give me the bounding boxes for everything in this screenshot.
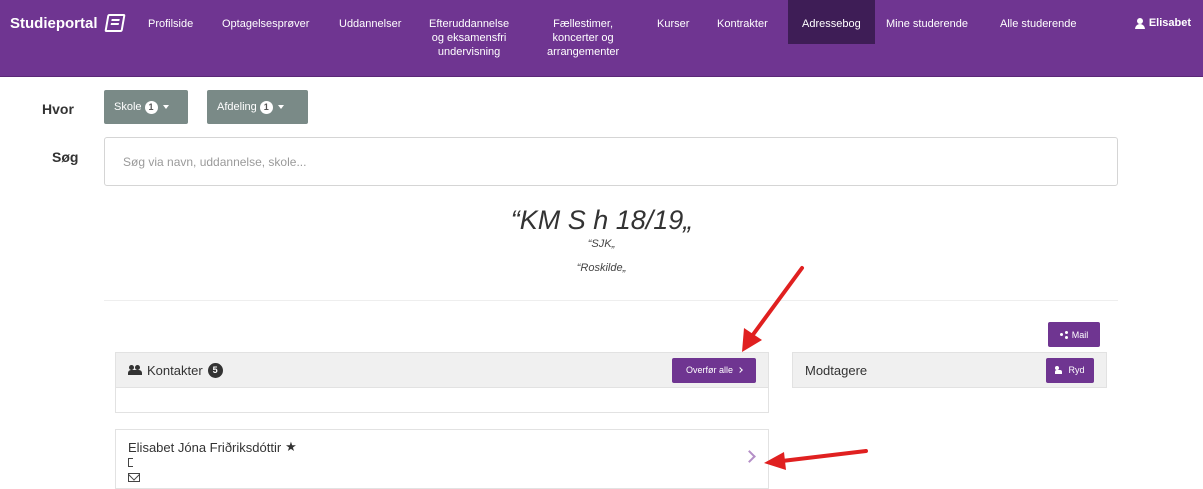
class-title: “KM S h 18/19„	[510, 205, 693, 235]
caret-down-icon	[162, 105, 169, 109]
class-location: “Roskilde„	[576, 262, 627, 274]
nav-item-faellestimer[interactable]: Fællestimer, koncerter og arrangementer	[547, 17, 619, 59]
nav-item-alle-studerende[interactable]: Alle studerende	[1000, 17, 1076, 31]
contacts-panel-body	[115, 388, 769, 413]
brand-name: Studieportal	[10, 14, 98, 32]
mail-button[interactable]: Mail	[1048, 322, 1100, 347]
contacts-title-text: Kontakter	[147, 362, 203, 378]
nav-item-mine-studerende[interactable]: Mine studerende	[886, 17, 968, 31]
nav-item-kurser[interactable]: Kurser	[657, 17, 689, 31]
phone-icon	[128, 458, 133, 467]
recipients-panel-header: Modtagere Ryd	[792, 352, 1107, 388]
class-school: “SJK„	[587, 238, 616, 250]
caret-down-icon	[277, 105, 284, 109]
contacts-panel-title: Kontakter 5	[128, 362, 223, 378]
school-filter-label: Skole	[114, 101, 142, 113]
where-label: Hvor	[42, 101, 74, 117]
contact-card: Elisabet Jóna Friðriksdóttir ★	[115, 429, 769, 489]
users-icon	[128, 365, 142, 375]
user-remove-icon	[1055, 366, 1065, 374]
arrow-to-transfer-all	[742, 266, 804, 352]
department-filter-label: Afdeling	[217, 101, 257, 113]
contacts-panel-header: Kontakter 5 Overfør alle	[115, 352, 769, 388]
transfer-all-button[interactable]: Overfør alle	[672, 357, 756, 383]
mail-button-label: Mail	[1071, 329, 1089, 340]
top-navbar: Studieportal Profilside Optagelsesprøver…	[0, 0, 1203, 77]
chevron-right-icon	[737, 367, 743, 373]
clear-button-label: Ryd	[1068, 365, 1085, 375]
nav-item-kontrakter[interactable]: Kontrakter	[717, 17, 768, 31]
contacts-count-badge: 5	[207, 362, 223, 378]
department-count-badge: 1	[259, 100, 273, 114]
recipients-panel-title: Modtagere	[805, 362, 868, 378]
user-icon	[1134, 17, 1145, 29]
contact-name: Elisabet Jóna Friðriksdóttir ★	[128, 439, 297, 455]
nav-item-uddannelser[interactable]: Uddannelser	[339, 17, 401, 31]
brand-link[interactable]: Studieportal	[10, 14, 126, 32]
nav-item-efteruddannelse[interactable]: Efteruddannelse og eksamensfri undervisn…	[429, 17, 509, 59]
school-filter-button[interactable]: Skole 1	[104, 90, 188, 124]
nav-item-optagelsesproever[interactable]: Optagelsesprøver	[222, 17, 309, 31]
book-icon	[103, 14, 126, 32]
nav-item-profilside[interactable]: Profilside	[148, 17, 193, 31]
envelope-icon[interactable]	[128, 473, 140, 482]
search-label: Søg	[52, 149, 79, 165]
divider	[104, 300, 1118, 301]
nav-item-adressebog[interactable]: Adressebog	[788, 0, 875, 44]
star-icon[interactable]: ★	[285, 439, 297, 455]
user-menu[interactable]: Elisabet	[1134, 17, 1191, 29]
school-count-badge: 1	[144, 100, 158, 114]
transfer-all-label: Overfør alle	[685, 365, 733, 375]
department-filter-button[interactable]: Afdeling 1	[207, 90, 308, 124]
search-input[interactable]	[104, 137, 1118, 186]
clear-button[interactable]: Ryd	[1046, 357, 1094, 383]
contact-name-text: Elisabet Jóna Friðriksdóttir	[128, 439, 282, 455]
share-icon	[1059, 331, 1069, 339]
user-name: Elisabet	[1148, 17, 1191, 29]
arrow-to-chevron	[764, 449, 868, 470]
